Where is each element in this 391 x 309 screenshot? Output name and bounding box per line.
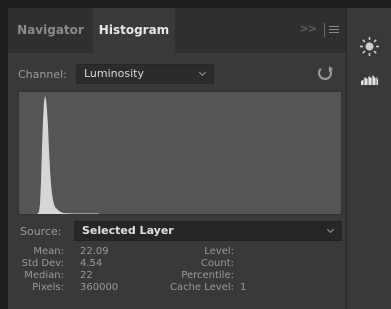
source-value: Selected Layer: [82, 224, 174, 237]
collapse-icon[interactable]: >>: [300, 22, 317, 35]
divider: [324, 23, 325, 37]
stat-mean-value: 22.09: [80, 246, 109, 257]
refresh-icon[interactable]: [318, 66, 333, 80]
stat-pixels-value: 360000: [80, 282, 119, 293]
tab-bar: Navigator Histogram >>: [8, 8, 346, 53]
stat-median-label: Median:: [24, 270, 64, 281]
histogram-shape: [37, 96, 99, 214]
source-label: Source:: [20, 225, 62, 238]
stat-count-label: Count:: [200, 258, 234, 269]
source-select[interactable]: Selected Layer: [74, 221, 342, 241]
panel-menu-icon[interactable]: [329, 26, 339, 34]
chevron-down-icon: [326, 225, 335, 234]
histogram-plot: [37, 96, 99, 214]
stat-stddev-value: 4.54: [80, 258, 103, 269]
channel-select[interactable]: Luminosity: [76, 64, 214, 84]
chevron-down-icon: [198, 68, 207, 77]
tab-histogram[interactable]: Histogram: [93, 8, 175, 53]
channel-label: Channel:: [18, 68, 67, 81]
stat-cache-level-label: Cache Level:: [169, 282, 234, 293]
stat-median-value: 22: [80, 270, 93, 281]
channel-value: Luminosity: [84, 67, 144, 80]
stat-mean-label: Mean:: [33, 246, 64, 257]
stat-level-label: Level:: [204, 246, 234, 257]
histogram-graph: [18, 91, 342, 215]
right-icon-bar: [346, 8, 391, 309]
histogram-panel: Navigator Histogram >> Channel: Luminosi…: [8, 8, 346, 309]
tab-navigator[interactable]: Navigator: [8, 8, 93, 53]
stat-pixels-label: Pixels:: [32, 282, 64, 293]
histogram-icon[interactable]: [359, 68, 380, 89]
brightness-icon[interactable]: [359, 36, 380, 57]
stat-percentile-label: Percentile:: [181, 270, 234, 281]
stat-cache-level-value: 1: [240, 282, 247, 293]
stat-stddev-label: Std Dev:: [21, 258, 64, 269]
